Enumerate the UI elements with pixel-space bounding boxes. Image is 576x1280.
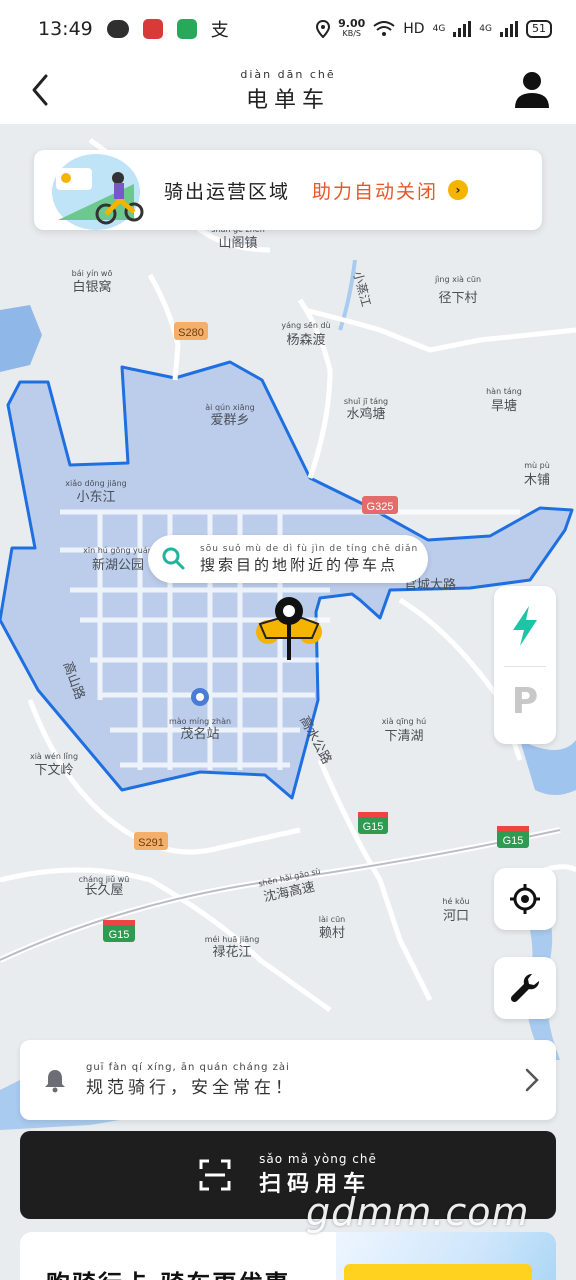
svg-text:下文岭: 下文岭 xyxy=(34,763,73,778)
location-icon xyxy=(316,20,331,38)
user-profile-icon[interactable] xyxy=(512,66,552,110)
svg-text:S291: S291 xyxy=(138,837,164,849)
svg-text:jìng xià cūn: jìng xià cūn xyxy=(434,275,481,284)
status-bar: 13:49 支 9.00 KB/S HD 4G 4G 51 xyxy=(0,0,576,58)
chevron-right-icon xyxy=(525,1068,539,1092)
svg-text:yáng sēn dù: yáng sēn dù xyxy=(281,321,330,330)
svg-text:G325: G325 xyxy=(367,501,394,513)
svg-text:ài qún xiāng: ài qún xiāng xyxy=(205,403,254,412)
chevron-right-icon: › xyxy=(448,180,469,200)
svg-text:hé kǒu: hé kǒu xyxy=(442,896,469,906)
parking-filter-button[interactable]: P xyxy=(494,681,556,722)
app-notification-icon xyxy=(142,19,163,39)
notice-pinyin: guī fàn qí xíng, ān quán cháng zài xyxy=(86,1062,290,1073)
svg-text:茂名站: 茂名站 xyxy=(180,726,219,742)
road-shield-s280: S280 xyxy=(174,322,208,340)
wifi-icon xyxy=(373,21,395,36)
banner-illustration xyxy=(48,150,144,230)
road-shield-g15-b: G15 xyxy=(497,826,529,848)
scan-button-pinyin: sǎo mǎ yòng chē xyxy=(259,1152,377,1166)
train-station-icon xyxy=(191,688,209,706)
search-icon xyxy=(162,547,185,570)
svg-text:xiǎo dōng jiāng: xiǎo dōng jiāng xyxy=(65,479,126,488)
safety-notice-bar[interactable]: guī fàn qí xíng, ān quán cháng zài 规范骑行，… xyxy=(20,1040,556,1120)
parking-search-box[interactable]: sōu suǒ mù de dì fù jìn de tíng chē diǎn… xyxy=(148,535,428,583)
report-repair-button[interactable] xyxy=(494,957,556,1019)
status-time: 13:49 xyxy=(38,18,93,40)
page-title-text: 电单车 xyxy=(245,88,330,113)
battery-icon: 51 xyxy=(526,20,552,38)
road-shield-g15-c: G15 xyxy=(103,920,135,942)
svg-text:xià qīng hú: xià qīng hú xyxy=(382,717,427,726)
page-title-pinyin: diàn dān chē xyxy=(240,68,336,81)
promo-card-graphic xyxy=(344,1264,532,1280)
svg-text:径下村: 径下村 xyxy=(438,291,477,306)
svg-text:山阁镇: 山阁镇 xyxy=(218,236,257,251)
app-green-icon xyxy=(176,19,197,39)
out-of-zone-banner[interactable]: 骑出运营区域 助力自动关闭 › xyxy=(34,150,542,230)
network-type-2: 4G xyxy=(479,24,492,34)
svg-text:爱群乡: 爱群乡 xyxy=(210,413,249,428)
svg-text:mù pù: mù pù xyxy=(524,461,550,470)
scan-icon xyxy=(199,1159,231,1191)
alipay-icon: 支 xyxy=(210,20,229,41)
crosshair-icon xyxy=(510,884,540,914)
svg-text:xīn hú gōng yuán: xīn hú gōng yuán xyxy=(83,546,153,555)
road-shield-s291: S291 xyxy=(134,832,168,850)
lightning-bolt-icon[interactable] xyxy=(507,604,543,648)
wrench-icon xyxy=(510,973,540,1003)
svg-text:G15: G15 xyxy=(363,821,384,833)
signal-icon xyxy=(453,21,472,37)
svg-text:S280: S280 xyxy=(178,327,204,339)
svg-text:bái yín wō: bái yín wō xyxy=(72,269,113,278)
svg-text:mào míng zhàn: mào míng zhàn xyxy=(169,717,231,726)
site-watermark: gdmm.com xyxy=(306,1190,530,1234)
promo-text: 购骑行卡 骑车更优惠 xyxy=(46,1264,290,1280)
svg-text:旱塘: 旱塘 xyxy=(491,398,517,414)
svg-text:下清湖: 下清湖 xyxy=(384,729,423,744)
signal-icon-2 xyxy=(500,21,518,37)
svg-text:G15: G15 xyxy=(109,929,130,941)
network-type-1: 4G xyxy=(432,24,446,34)
svg-text:hàn táng: hàn táng xyxy=(486,387,522,396)
svg-text:xià wén lǐng: xià wén lǐng xyxy=(30,751,78,761)
svg-text:lài cūn: lài cūn xyxy=(319,915,345,924)
svg-text:禄花江: 禄花江 xyxy=(212,944,251,960)
road-shield-g325: G325 xyxy=(362,496,398,514)
svg-text:水鸡塘: 水鸡塘 xyxy=(346,406,385,422)
notice-text: 规范骑行，安全常在！ xyxy=(86,1078,296,1098)
svg-text:杨森渡: 杨森渡 xyxy=(286,332,325,348)
ride-card-promo[interactable]: 购骑行卡 骑车更优惠 xyxy=(20,1232,556,1280)
wechat-icon xyxy=(106,20,129,38)
svg-text:小东江: 小东江 xyxy=(76,490,115,505)
svg-text:河口: 河口 xyxy=(443,909,469,924)
back-button[interactable] xyxy=(26,68,56,112)
road-shield-g15-a: G15 xyxy=(358,812,388,834)
svg-text:长久屋: 长久屋 xyxy=(84,883,123,898)
map-filter-panel: P xyxy=(494,586,556,744)
bike-location-marker[interactable] xyxy=(252,594,326,662)
svg-text:赖村: 赖村 xyxy=(319,926,345,941)
svg-text:木铺: 木铺 xyxy=(524,473,550,488)
net-speed: 9.00 KB/S xyxy=(338,17,366,38)
svg-text:新湖公园: 新湖公园 xyxy=(92,557,144,573)
banner-highlight-text: 助力自动关闭 xyxy=(312,180,439,203)
page-title: diàn dān chē 电单车 xyxy=(240,68,335,114)
svg-text:G15: G15 xyxy=(503,835,524,847)
app-header: diàn dān chē 电单车 xyxy=(0,58,576,124)
hd-label: HD xyxy=(403,21,425,37)
search-pinyin: sōu suǒ mù de dì fù jìn de tíng chē diǎn xyxy=(200,543,419,554)
search-label: 搜索目的地附近的停车点 xyxy=(200,555,399,574)
svg-text:shuǐ jī táng: shuǐ jī táng xyxy=(344,397,388,406)
panel-divider xyxy=(504,666,546,667)
locate-me-button[interactable] xyxy=(494,868,556,930)
banner-text: 骑出运营区域 xyxy=(164,180,291,203)
svg-text:白银窝: 白银窝 xyxy=(72,279,111,295)
bell-icon xyxy=(45,1070,65,1093)
svg-text:méi huā jiāng: méi huā jiāng xyxy=(205,934,260,944)
